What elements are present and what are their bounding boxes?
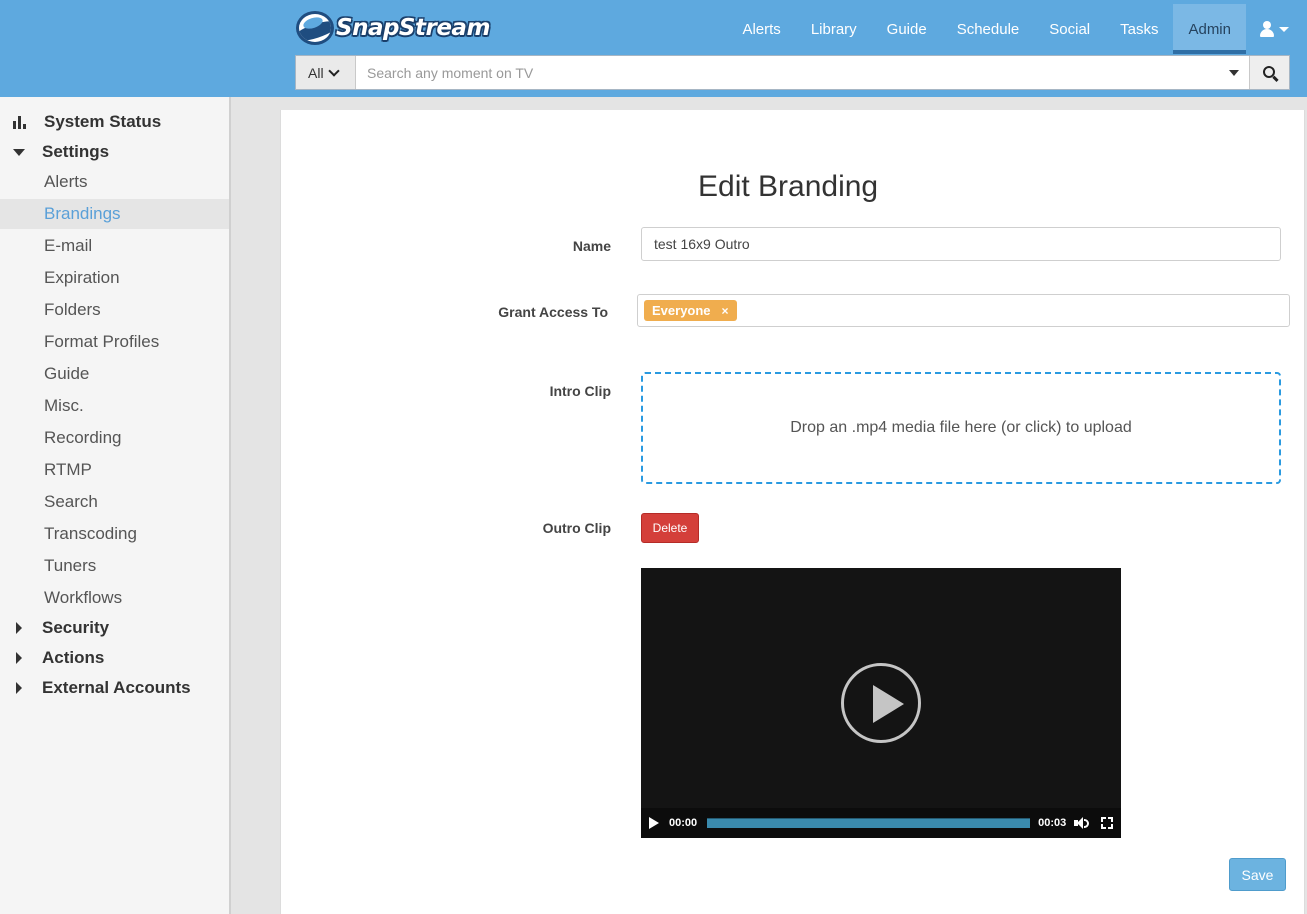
sidebar-item-guide[interactable]: Guide <box>0 359 229 389</box>
sidebar-item-misc[interactable]: Misc. <box>0 391 229 421</box>
duration: 00:03 <box>1038 817 1067 829</box>
sidebar-item-external-accounts[interactable]: External Accounts <box>0 673 229 703</box>
triangle-down-icon <box>12 148 26 156</box>
outro-clip-label: Outro Clip <box>542 520 611 536</box>
search-button[interactable] <box>1249 56 1289 89</box>
user-menu-button[interactable] <box>1246 4 1307 54</box>
remove-tag-icon[interactable]: × <box>722 304 729 318</box>
search-scope-label: All <box>308 64 324 81</box>
triangle-right-icon <box>12 622 26 634</box>
caret-down-icon <box>1279 26 1289 32</box>
intro-clip-label: Intro Clip <box>549 383 611 399</box>
edit-branding-panel: Edit Branding Name test 16x9 Outro Grant… <box>280 110 1305 914</box>
nav-tasks[interactable]: Tasks <box>1105 4 1173 54</box>
grant-access-label: Grant Access To <box>498 304 608 320</box>
nav-social[interactable]: Social <box>1034 4 1105 54</box>
nav-library[interactable]: Library <box>796 4 872 54</box>
sidebar-item-label: Settings <box>42 142 110 161</box>
sidebar-item-transcoding[interactable]: Transcoding <box>0 519 229 549</box>
sidebar-item-actions[interactable]: Actions <box>0 643 229 673</box>
sidebar-item-recording[interactable]: Recording <box>0 423 229 453</box>
sidebar-item-expiration[interactable]: Expiration <box>0 263 229 293</box>
sidebar-item-label: External Accounts <box>42 678 191 697</box>
sidebar-item-label: System Status <box>44 112 162 131</box>
triangle-right-icon <box>12 652 26 664</box>
sidebar-item-label: Security <box>42 618 110 637</box>
outro-video-player[interactable]: 00:00 00:03 <box>641 568 1121 838</box>
sidebar-item-security[interactable]: Security <box>0 613 229 643</box>
snapstream-logo[interactable]: SnapStream <box>296 10 490 46</box>
delete-outro-button[interactable]: Delete <box>641 513 699 543</box>
name-label: Name <box>572 238 611 254</box>
sidebar-item-search[interactable]: Search <box>0 487 229 517</box>
sidebar-item-rtmp[interactable]: RTMP <box>0 455 229 485</box>
chevron-down-icon <box>327 64 340 77</box>
access-tag-everyone: Everyone × <box>644 300 737 321</box>
sidebar-item-label: Actions <box>42 648 105 667</box>
video-progress-track[interactable] <box>707 818 1031 828</box>
intro-clip-dropzone[interactable]: Drop an .mp4 media file here (or click) … <box>641 372 1281 484</box>
search-scope-select[interactable]: All <box>296 56 356 89</box>
sidebar-item-alerts[interactable]: Alerts <box>0 167 229 197</box>
search-input[interactable] <box>356 56 1219 89</box>
logo-text: SnapStream <box>336 15 490 41</box>
sidebar-item-system-status[interactable]: System Status <box>0 107 229 137</box>
search-options-dropdown[interactable] <box>1219 56 1249 89</box>
sidebar-item-tuners[interactable]: Tuners <box>0 551 229 581</box>
sidebar-item-format-profiles[interactable]: Format Profiles <box>0 327 229 357</box>
app-header: SnapStream Alerts Library Guide Schedule… <box>0 0 1307 97</box>
volume-icon[interactable] <box>1074 817 1090 829</box>
page-title: Edit Branding <box>698 170 879 203</box>
access-tag-label: Everyone <box>652 303 711 318</box>
fullscreen-icon[interactable] <box>1101 817 1114 829</box>
video-controls: 00:00 00:03 <box>641 808 1121 838</box>
admin-sidebar: System Status Settings Alerts Brandings … <box>0 97 231 914</box>
bar-chart-icon <box>12 115 26 129</box>
sidebar-item-workflows[interactable]: Workflows <box>0 583 229 613</box>
sidebar-item-brandings[interactable]: Brandings <box>0 199 229 229</box>
sidebar-item-folders[interactable]: Folders <box>0 295 229 325</box>
top-nav: Alerts Library Guide Schedule Social Tas… <box>727 4 1307 54</box>
nav-schedule[interactable]: Schedule <box>942 4 1035 54</box>
sidebar-item-email[interactable]: E-mail <box>0 231 229 261</box>
name-input[interactable]: test 16x9 Outro <box>641 227 1281 261</box>
play-button-icon[interactable] <box>649 817 659 829</box>
nav-alerts[interactable]: Alerts <box>727 4 795 54</box>
triangle-right-icon <box>12 682 26 694</box>
caret-down-icon <box>1229 69 1239 76</box>
user-icon <box>1260 21 1274 37</box>
play-icon[interactable] <box>841 663 921 743</box>
current-time: 00:00 <box>669 817 698 829</box>
save-button[interactable]: Save <box>1229 858 1286 891</box>
search-icon <box>1262 65 1275 78</box>
nav-guide[interactable]: Guide <box>872 4 942 54</box>
grant-access-field[interactable]: Everyone × <box>637 294 1290 327</box>
nav-admin[interactable]: Admin <box>1173 4 1246 54</box>
sidebar-item-settings[interactable]: Settings <box>0 137 229 167</box>
search-bar: All <box>295 55 1290 90</box>
logo-icon <box>296 11 334 45</box>
